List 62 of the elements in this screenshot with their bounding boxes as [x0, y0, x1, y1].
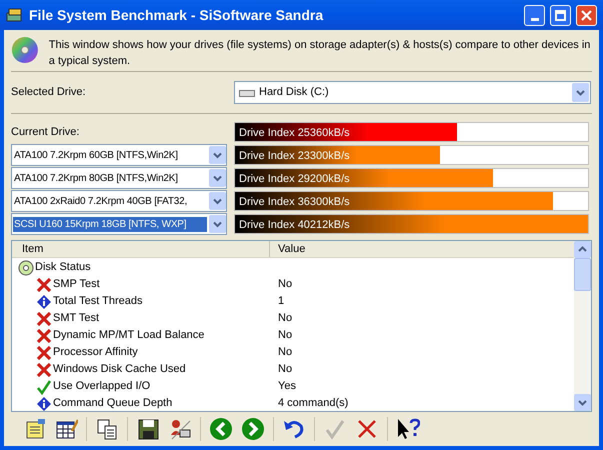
app-icon [6, 7, 24, 23]
item-label[interactable]: SMT Test [53, 310, 100, 327]
drive-dropdown[interactable]: Hard Disk (C:) [234, 81, 591, 104]
cross-icon [36, 310, 52, 326]
item-value: No [277, 277, 292, 292]
description-text: This window shows how your drives (file systems) on storage adapter(s) & hosts(s) compare to other devices in a typical system. [48, 38, 592, 69]
bar-reading: Drive Index 29200kB/s [239, 172, 350, 187]
item-label[interactable]: Windows Disk Cache Used [53, 361, 186, 378]
item-label[interactable]: Disk Status [35, 259, 91, 276]
table-pen-icon [54, 417, 78, 441]
field-label: Current Drive: [11, 126, 80, 138]
field-label: Selected Drive: [11, 85, 87, 100]
item-value: No [277, 362, 292, 378]
bar-reading: Drive Index 25360kB/s [239, 126, 350, 141]
check-icon [323, 417, 347, 441]
drive-dropdown[interactable]: ATA100 7.2Krpm 80GB [NTFS,Win2K] [11, 167, 227, 189]
scroll-up-icon[interactable] [574, 241, 591, 258]
copy-icon [95, 417, 119, 441]
scroll-thumb[interactable] [574, 258, 591, 291]
column-header[interactable]: Item [12, 241, 270, 257]
item-label[interactable]: Command Queue Depth [53, 395, 172, 411]
item-label[interactable]: SMP Test [53, 276, 100, 293]
drive-dropdown[interactable]: ATA100 2xRaid0 7.2Krpm 40GB [FAT32, [11, 190, 227, 212]
maximize-icon [555, 10, 566, 20]
help-pointer-icon [396, 417, 420, 441]
item-label[interactable]: Total Test Threads [53, 293, 142, 310]
disc-icon [18, 260, 34, 276]
bar-reading: Drive Index 23300kB/s [239, 149, 350, 164]
item-value: No [277, 328, 292, 344]
drive-icon [239, 88, 255, 96]
window-title: File System Benchmark - SiSoftware Sandra [29, 6, 324, 25]
dropdown-value: SCSI U160 15Krpm 18GB [NTFS, WXP] [13, 216, 207, 232]
cross-icon [36, 276, 52, 292]
close-icon [581, 10, 592, 20]
item-value: No [277, 311, 292, 326]
drive-dropdown[interactable]: SCSI U160 15Krpm 18GB [NTFS, WXP] [11, 213, 227, 235]
item-value: Yes [277, 379, 296, 394]
item-value: 1 [277, 294, 284, 310]
minimize-icon [530, 18, 538, 20]
scroll-down-icon[interactable] [574, 394, 591, 411]
bar-reading: Drive Index 36300kB/s [239, 195, 350, 210]
save-icon [136, 417, 160, 441]
dropdown-value: Hard Disk (C:) [259, 85, 330, 100]
cross-icon [36, 362, 52, 378]
item-label[interactable]: Processor Affinity [53, 344, 138, 361]
bar-reading: Drive Index 40212kB/s [239, 218, 350, 233]
minimize-button[interactable] [524, 4, 545, 26]
item-label[interactable]: Use Overlapped I/O [53, 378, 150, 395]
item-label[interactable]: Dynamic MP/MT Load Balance [53, 327, 204, 344]
drive-dropdown[interactable]: ATA100 7.2Krpm 60GB [NTFS,Win2K] [11, 144, 227, 166]
scrollbar[interactable] [574, 241, 591, 411]
column-header[interactable]: Value [270, 241, 574, 257]
item-value: 4 command(s) [277, 396, 348, 411]
cross-icon [36, 328, 52, 344]
cross-icon [36, 344, 52, 360]
item-value: No [277, 345, 292, 360]
close-button[interactable] [576, 4, 597, 26]
check-icon [36, 378, 52, 394]
disc-icon [11, 34, 39, 66]
maximize-button[interactable] [550, 4, 571, 26]
info-icon [36, 294, 52, 310]
person-computer-icon [168, 417, 192, 441]
